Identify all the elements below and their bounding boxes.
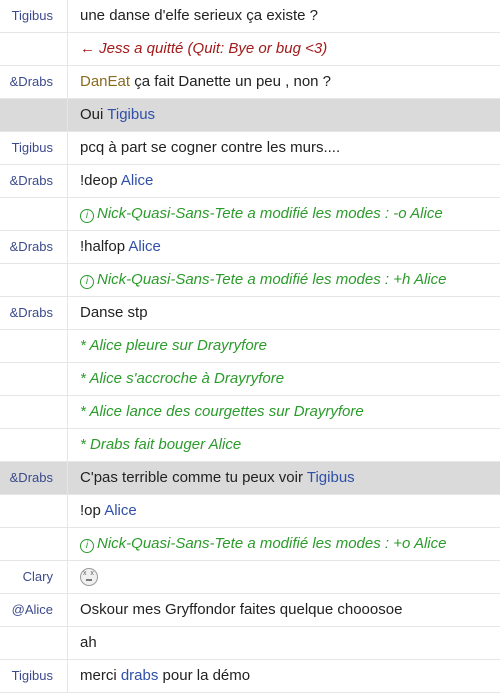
sender-nick[interactable]: @Alice [0, 594, 68, 626]
message-row: * Alice s'accroche à Drayryfore [0, 363, 500, 396]
sender-nick[interactable]: &Drabs [0, 297, 68, 329]
message-text: !deop Alice [68, 165, 500, 197]
message-text [68, 561, 500, 593]
sender-nick [0, 330, 68, 362]
message-text: une danse d'elfe serieux ça existe ? [68, 0, 500, 32]
info-icon: i [80, 209, 94, 223]
message-row: i Nick-Quasi-Sans-Tete a modifié les mode… [0, 198, 500, 231]
message-fragment: !halfop [80, 238, 129, 255]
message-row: * Alice pleure sur Drayryfore [0, 330, 500, 363]
message-fragment: Oskour mes Gryffondor faites quelque cho… [80, 601, 403, 618]
message-row: @Alice Oskour mes Gryffondor faites quelq… [0, 594, 500, 627]
message-fragment: pcq à part se cogner contre les murs.... [80, 139, 341, 156]
message-text: Danse stp [68, 297, 500, 329]
sender-nick [0, 528, 68, 560]
message-row: &Drabs DanEat ça fait Danette un peu , no… [0, 66, 500, 99]
sender-nick [0, 396, 68, 428]
nick-mention[interactable]: Alice [121, 172, 154, 189]
message-row: i Nick-Quasi-Sans-Tete a modifié les mode… [0, 528, 500, 561]
message-fragment: Danse stp [80, 304, 148, 321]
sender-nick [0, 264, 68, 296]
message-fragment: une danse d'elfe serieux ça existe ? [80, 7, 319, 24]
message-text: i Nick-Quasi-Sans-Tete a modifié les mode… [68, 198, 500, 230]
message-text: * Alice s'accroche à Drayryfore [68, 363, 500, 395]
info-icon: i [80, 539, 94, 553]
message-fragment: * Alice lance des courgettes sur Drayryf… [80, 403, 364, 420]
message-fragment: ah [80, 634, 97, 651]
message-row: &Drabs C'pas terrible comme tu peux voir … [0, 462, 500, 495]
info-icon: i [80, 275, 94, 289]
message-text: merci drabs pour la démo [68, 660, 500, 692]
message-text: pcq à part se cogner contre les murs.... [68, 132, 500, 164]
message-row: Tigibus merci drabs pour la démo [0, 660, 500, 693]
nick-mention[interactable]: DanEat [80, 73, 130, 90]
sender-nick [0, 429, 68, 461]
sender-nick [0, 99, 68, 131]
message-row: Oui Tigibus [0, 99, 500, 132]
message-fragment: Nick-Quasi-Sans-Tete a modifié les modes… [97, 535, 447, 552]
message-fragment: !deop [80, 172, 121, 189]
message-fragment: ← Jess a quitté (Quit: Bye or bug <3) [80, 40, 328, 57]
nick-mention[interactable]: drabs [121, 667, 159, 684]
message-row: Tigibus pcq à part se cogner contre les m… [0, 132, 500, 165]
message-fragment: pour la démo [158, 667, 251, 684]
message-text: * Drabs fait bouger Alice [68, 429, 500, 461]
message-row: ah [0, 627, 500, 660]
message-text: ← Jess a quitté (Quit: Bye or bug <3) [68, 33, 500, 65]
message-text: Oskour mes Gryffondor faites quelque cho… [68, 594, 500, 626]
message-fragment: merci [80, 667, 121, 684]
message-fragment: Nick-Quasi-Sans-Tete a modifié les modes… [97, 271, 447, 288]
sender-nick[interactable]: &Drabs [0, 231, 68, 263]
message-fragment: * Drabs fait bouger Alice [80, 436, 242, 453]
message-row: Tigibus une danse d'elfe serieux ça exist… [0, 0, 500, 33]
dizzy-face-icon [80, 568, 98, 586]
sender-nick [0, 627, 68, 659]
message-text: Oui Tigibus [68, 99, 500, 131]
sender-nick[interactable]: Tigibus [0, 132, 68, 164]
message-text: i Nick-Quasi-Sans-Tete a modifié les mode… [68, 264, 500, 296]
sender-nick[interactable]: &Drabs [0, 66, 68, 98]
sender-nick [0, 33, 68, 65]
message-text: ah [68, 627, 500, 659]
message-fragment: Nick-Quasi-Sans-Tete a modifié les modes… [97, 205, 443, 222]
nick-mention[interactable]: Alice [128, 238, 161, 255]
chat-log: Tigibus une danse d'elfe serieux ça exist… [0, 0, 500, 693]
message-text: * Alice pleure sur Drayryfore [68, 330, 500, 362]
sender-nick[interactable]: Clary [0, 561, 68, 593]
message-text: !halfop Alice [68, 231, 500, 263]
message-text: i Nick-Quasi-Sans-Tete a modifié les mode… [68, 528, 500, 560]
message-text: !op Alice [68, 495, 500, 527]
sender-nick[interactable]: Tigibus [0, 660, 68, 692]
message-fragment: C'pas terrible comme tu peux voir [80, 469, 307, 486]
message-fragment: ça fait Danette un peu , non ? [130, 73, 332, 90]
message-row: Clary [0, 561, 500, 594]
nick-mention[interactable]: Alice [104, 502, 137, 519]
sender-nick[interactable]: &Drabs [0, 462, 68, 494]
nick-mention[interactable]: Tigibus [107, 106, 155, 123]
message-row: &Drabs !halfop Alice [0, 231, 500, 264]
message-row: &Drabs !deop Alice [0, 165, 500, 198]
message-row: * Drabs fait bouger Alice [0, 429, 500, 462]
sender-nick [0, 198, 68, 230]
message-row: i Nick-Quasi-Sans-Tete a modifié les mode… [0, 264, 500, 297]
message-fragment: Oui [80, 106, 108, 123]
sender-nick[interactable]: &Drabs [0, 165, 68, 197]
sender-nick [0, 363, 68, 395]
sender-nick[interactable]: Tigibus [0, 0, 68, 32]
message-row: ← Jess a quitté (Quit: Bye or bug <3) [0, 33, 500, 66]
message-text: * Alice lance des courgettes sur Drayryf… [68, 396, 500, 428]
nick-mention[interactable]: Tigibus [307, 469, 355, 486]
message-fragment: * Alice pleure sur Drayryfore [80, 337, 268, 354]
message-text: DanEat ça fait Danette un peu , non ? [68, 66, 500, 98]
message-fragment: * Alice s'accroche à Drayryfore [80, 370, 285, 387]
message-row: * Alice lance des courgettes sur Drayryf… [0, 396, 500, 429]
message-fragment: !op [80, 502, 105, 519]
message-row: &Drabs Danse stp [0, 297, 500, 330]
sender-nick [0, 495, 68, 527]
message-row: !op Alice [0, 495, 500, 528]
message-text: C'pas terrible comme tu peux voir Tigibu… [68, 462, 500, 494]
